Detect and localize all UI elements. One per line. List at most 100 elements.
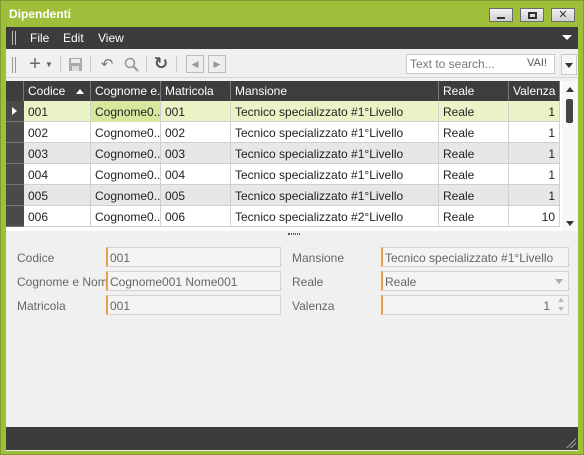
cell-mansione[interactable]: Tecnico specializzato #1°Livello — [231, 164, 439, 185]
cell-valenza[interactable]: 10 — [509, 206, 560, 227]
menu-file[interactable]: File — [30, 31, 49, 45]
cell-reale[interactable]: Reale — [439, 101, 509, 122]
add-icon[interactable]: + — [26, 53, 44, 75]
menu-edit[interactable]: Edit — [63, 31, 84, 45]
scroll-up-icon[interactable] — [566, 87, 574, 92]
cell-nome[interactable]: Cognome0... — [91, 101, 161, 122]
cell-reale[interactable]: Reale — [439, 164, 509, 185]
chevron-down-icon[interactable] — [555, 279, 563, 284]
search-button[interactable]: VAI! — [527, 57, 547, 69]
spin-down-icon[interactable] — [558, 307, 564, 311]
cell-codice[interactable]: 004 — [24, 164, 91, 185]
cell-matricola[interactable]: 002 — [161, 122, 231, 143]
cell-codice[interactable]: 002 — [24, 122, 91, 143]
mansione-field[interactable]: Tecnico specializzato #1°Livello — [381, 247, 569, 267]
table-row[interactable]: 005 Cognome0... 005 Tecnico specializzat… — [6, 185, 560, 206]
add-dropdown-icon[interactable]: ▼ — [44, 55, 54, 73]
column-header-mansione[interactable]: Mansione — [231, 81, 439, 101]
row-header[interactable] — [6, 101, 24, 122]
cell-matricola[interactable]: 005 — [161, 185, 231, 206]
title-bar[interactable]: Dipendenti ✕ — [1, 1, 583, 27]
toolbar-grip-icon[interactable] — [12, 57, 16, 73]
refresh-icon[interactable]: ↻ — [152, 54, 170, 73]
splitter-handle[interactable] — [6, 231, 578, 237]
reale-select[interactable]: Reale — [381, 271, 569, 291]
row-header[interactable] — [6, 143, 24, 164]
row-header[interactable] — [6, 164, 24, 185]
scroll-thumb[interactable] — [566, 99, 573, 123]
column-header-reale[interactable]: Reale — [439, 81, 509, 101]
cell-valenza[interactable]: 1 — [509, 164, 560, 185]
column-header-valenza[interactable]: Valenza — [509, 81, 560, 101]
save-icon[interactable] — [66, 55, 84, 73]
cell-mansione[interactable]: Tecnico specializzato #1°Livello — [231, 101, 439, 122]
cell-matricola[interactable]: 006 — [161, 206, 231, 227]
resize-grip-icon[interactable] — [566, 438, 576, 448]
cell-reale[interactable]: Reale — [439, 122, 509, 143]
toolbar: + ▼ ↶ ↻ ◀ ▶ VAI! — [6, 51, 578, 78]
cell-reale[interactable]: Reale — [439, 143, 509, 164]
valenza-label: Valenza — [292, 299, 335, 313]
table-row[interactable]: 003 Cognome0... 003 Tecnico specializzat… — [6, 143, 560, 164]
cell-matricola[interactable]: 003 — [161, 143, 231, 164]
cell-valenza[interactable]: 1 — [509, 101, 560, 122]
table-row[interactable]: 006 Cognome0... 006 Tecnico specializzat… — [6, 206, 560, 227]
row-header[interactable] — [6, 122, 24, 143]
cell-valenza[interactable]: 1 — [509, 122, 560, 143]
valenza-value: 1 — [543, 299, 550, 313]
matricola-field[interactable]: 001 — [106, 295, 281, 315]
cell-codice[interactable]: 006 — [24, 206, 91, 227]
valenza-stepper[interactable]: 1 — [381, 295, 569, 315]
menu-view[interactable]: View — [98, 31, 124, 45]
maximize-button[interactable] — [520, 8, 544, 22]
table-row[interactable]: 001 Cognome0... 001 Tecnico specializzat… — [6, 101, 560, 122]
cell-nome[interactable]: Cognome0... — [91, 185, 161, 206]
column-header-matricola[interactable]: Matricola — [161, 81, 231, 101]
cell-mansione[interactable]: Tecnico specializzato #1°Livello — [231, 185, 439, 206]
toolbar-separator — [146, 56, 147, 72]
mansione-label: Mansione — [292, 251, 345, 265]
cell-codice[interactable]: 003 — [24, 143, 91, 164]
next-icon[interactable]: ▶ — [208, 55, 226, 73]
cell-nome[interactable]: Cognome0... — [91, 122, 161, 143]
scroll-down-icon[interactable] — [566, 221, 574, 226]
prev-icon[interactable]: ◀ — [186, 55, 204, 73]
table-row[interactable]: 002 Cognome0... 002 Tecnico specializzat… — [6, 122, 560, 143]
cell-mansione[interactable]: Tecnico specializzato #2°Livello — [231, 206, 439, 227]
cell-matricola[interactable]: 004 — [161, 164, 231, 185]
toolbar-separator — [176, 56, 177, 72]
minimize-button[interactable] — [489, 8, 513, 22]
cell-reale[interactable]: Reale — [439, 206, 509, 227]
column-header-label: Mansione — [235, 84, 288, 98]
menu-overflow-icon[interactable] — [562, 35, 572, 40]
cell-nome[interactable]: Cognome0... — [91, 164, 161, 185]
search-input[interactable] — [407, 55, 525, 73]
column-header-nome[interactable]: Cognome e... — [91, 81, 161, 101]
codice-field[interactable]: 001 — [106, 247, 281, 267]
cell-nome[interactable]: Cognome0... — [91, 206, 161, 227]
close-button[interactable]: ✕ — [551, 8, 575, 22]
cell-codice[interactable]: 001 — [24, 101, 91, 122]
undo-icon[interactable]: ↶ — [98, 55, 116, 73]
cell-mansione[interactable]: Tecnico specializzato #1°Livello — [231, 122, 439, 143]
column-header-codice[interactable]: Codice — [24, 81, 91, 101]
nome-field[interactable]: Cognome001 Nome001 — [106, 271, 281, 291]
grid-scrollbar[interactable] — [562, 81, 578, 231]
table-row[interactable]: 004 Cognome0... 004 Tecnico specializzat… — [6, 164, 560, 185]
cell-nome[interactable]: Cognome0... — [91, 143, 161, 164]
zoom-icon[interactable] — [122, 55, 140, 73]
row-header[interactable] — [6, 206, 24, 227]
row-header[interactable] — [6, 185, 24, 206]
spin-up-icon[interactable] — [558, 298, 564, 302]
row-pointer-icon — [12, 107, 17, 115]
column-header-label: Codice — [28, 84, 66, 98]
cell-valenza[interactable]: 1 — [509, 143, 560, 164]
cell-matricola[interactable]: 001 — [161, 101, 231, 122]
cell-reale[interactable]: Reale — [439, 185, 509, 206]
cell-mansione[interactable]: Tecnico specializzato #1°Livello — [231, 143, 439, 164]
cell-codice[interactable]: 005 — [24, 185, 91, 206]
menu-grip-icon[interactable] — [12, 31, 16, 45]
toolbar-options-button[interactable] — [561, 54, 577, 75]
status-bar — [6, 427, 578, 450]
cell-valenza[interactable]: 1 — [509, 185, 560, 206]
